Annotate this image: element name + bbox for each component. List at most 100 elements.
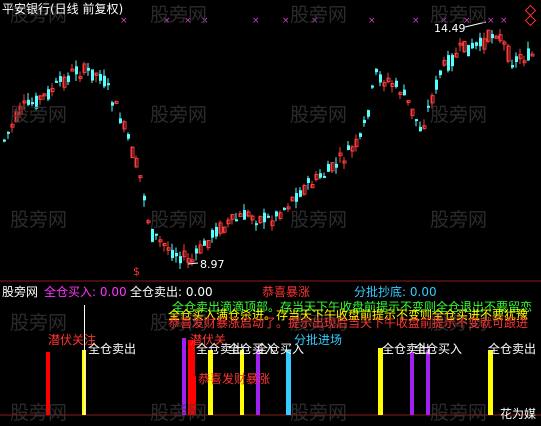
candle-body [299,190,302,197]
candle-body [435,79,438,90]
candle-body [451,54,454,67]
candle-body [215,226,218,237]
candle-body [479,37,482,47]
chart-title: 平安银行(日线 前复权) [2,2,124,16]
high-price-label: 14.49 [434,22,466,35]
candle-body [275,211,278,217]
low-price-label: 8.97 [200,258,225,271]
watermark: 股旁网 [290,209,348,231]
candle-body [307,178,310,183]
signal-buy-label: 全仓买入 [414,342,463,356]
candle-body [263,212,266,223]
candle-body [515,56,518,63]
candle-body [107,83,110,86]
candle-body [395,80,398,87]
legend-buy: 全仓买入: 0.00 [44,285,127,299]
candle-body [91,69,94,81]
candle-body [203,240,206,246]
signal-bar [488,350,493,415]
candle-body [367,110,370,117]
signal-bar [410,352,414,415]
candle-body [119,118,122,124]
candle-body [439,70,442,76]
candle-body [47,89,50,100]
candle-body [359,133,362,137]
watermark: 股旁网 [150,4,208,26]
x-marker: × [282,16,290,26]
watermark: 股旁网 [150,402,208,424]
candle-body [403,89,406,96]
candle-body [155,233,158,236]
message-baozhang: 恭喜发财暴涨启动了。提示出现后当天下午收盘前提示不变就可跟进 [168,317,529,330]
corner-label: 花为媒 [500,407,537,421]
x-marker: × [487,16,495,26]
candle-body [415,119,418,122]
candle-body [323,176,326,179]
candle-body [295,193,298,202]
candle-body [347,145,350,150]
watermark: 股旁网 [430,104,488,126]
candle-body [179,256,182,264]
candle-body [67,75,70,83]
watermark: 股旁网 [10,209,68,231]
candle-body [99,74,102,81]
candle-body [283,207,286,210]
watermark: 股旁网 [290,4,348,26]
candle-body [195,248,198,254]
signal-bar [378,348,383,415]
watermark: 股旁网 [430,402,488,424]
candle-body [175,252,178,257]
candle-body [143,195,146,201]
indicator-name[interactable]: 股旁网 [2,286,38,299]
candle-body [75,66,78,75]
candle-body [375,68,378,73]
candle-body [87,67,90,71]
candle-body [255,223,258,226]
candle-body [243,210,246,220]
candle-body [111,102,114,106]
x-marker: × [252,16,260,26]
candle-body [7,131,10,134]
candlestick-series [3,29,535,270]
candle-body [511,65,514,68]
watermark: 股旁网 [10,312,68,334]
candle-body [319,173,322,178]
x-marker: × [368,16,376,26]
legend-fenpi: 分批抄底: 0.00 [354,285,437,299]
candle-body [363,119,366,124]
x-marker: × [120,16,128,26]
candle-body [235,219,238,222]
watermark: 股旁网 [10,402,68,424]
candle-body [467,44,470,57]
x-marker: × [412,16,420,26]
candle-body [471,42,474,49]
legend-baozhang: 恭喜暴涨 [262,285,311,299]
candle-body [211,230,214,238]
watermark: 股旁网 [150,104,208,126]
legend-sell: 全仓卖出: 0.00 [130,285,213,299]
candle-body [267,215,270,218]
candle-body [371,85,374,88]
candle-body [475,42,478,46]
watermark: 股旁网 [10,104,68,126]
signal-baozhang-label: 恭喜发财暴涨 [198,372,271,386]
candle-body [379,74,382,83]
watermark: 股旁网 [290,104,348,126]
candle-body [59,76,62,82]
dollar-marker: $ [133,265,140,278]
candle-body [527,48,530,61]
watermark: 股旁网 [290,402,348,424]
candle-body [3,139,6,142]
candle-body [491,34,494,39]
candle-body [103,75,106,87]
x-marker: × [500,16,508,26]
signal-sell-label: 全仓卖出 [88,342,137,356]
watermark: 股旁网 [430,209,488,231]
diamond-marker [524,14,537,27]
candle-body [447,55,450,71]
watermark: 股旁网 [150,209,208,231]
candle-body [335,163,338,168]
candle-body [171,249,174,259]
signal-sell-label: 全仓卖出 [488,342,537,356]
signal-bar [84,305,85,415]
